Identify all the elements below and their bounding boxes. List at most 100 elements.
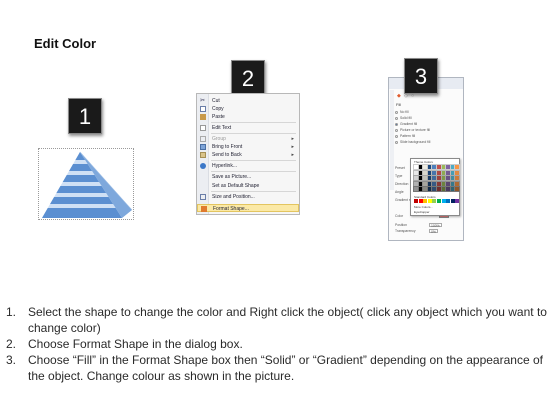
menu-item-save-as-picture[interactable]: Save as Picture...	[197, 173, 299, 181]
color-swatch[interactable]	[445, 169, 452, 176]
color-swatch[interactable]	[422, 180, 429, 187]
menu-item-cut[interactable]: ✂ Cut	[197, 97, 299, 105]
pyramid-graphic	[42, 151, 132, 218]
standard-color-swatch[interactable]	[414, 199, 418, 203]
color-swatch[interactable]	[426, 169, 433, 176]
standard-color-swatch[interactable]	[450, 199, 455, 203]
submenu-arrow-icon: ▸	[291, 144, 294, 150]
color-swatch[interactable]	[449, 180, 456, 187]
color-swatch[interactable]	[436, 175, 442, 182]
color-swatch[interactable]	[449, 175, 456, 182]
color-swatch[interactable]	[413, 186, 419, 193]
color-swatch[interactable]	[417, 186, 424, 193]
standard-color-swatch[interactable]	[418, 199, 423, 203]
slide-background-fill-option[interactable]: Slide background fill	[395, 140, 430, 144]
gradient-fill-option[interactable]: Gradient fill	[395, 122, 417, 126]
menu-item-format-shape[interactable]: Format Shape...	[197, 204, 299, 212]
standard-color-swatch[interactable]	[432, 199, 437, 203]
dialog-category-list	[390, 90, 394, 190]
color-swatch[interactable]	[440, 175, 447, 182]
standard-color-swatch[interactable]	[423, 199, 428, 203]
menu-item-paste[interactable]: Paste	[197, 113, 299, 121]
color-swatch[interactable]	[440, 180, 447, 187]
color-swatch[interactable]	[417, 169, 424, 176]
color-swatch[interactable]	[449, 164, 456, 170]
color-swatch[interactable]	[436, 186, 442, 193]
color-swatch[interactable]	[440, 169, 447, 176]
theme-colors-label: Theme Colors	[414, 160, 433, 164]
color-swatch[interactable]	[445, 186, 452, 193]
color-swatch[interactable]	[426, 186, 433, 193]
more-colors-option[interactable]: More Colors...	[414, 205, 433, 209]
color-swatch[interactable]	[431, 180, 438, 187]
pattern-fill-option[interactable]: Pattern fill	[395, 134, 415, 138]
color-swatch[interactable]	[440, 164, 447, 170]
color-swatch[interactable]	[413, 169, 419, 176]
color-swatch[interactable]	[426, 164, 433, 170]
solid-fill-option[interactable]: Solid fill	[395, 116, 412, 120]
color-swatch[interactable]	[417, 180, 424, 187]
color-swatch[interactable]	[426, 175, 433, 182]
send-to-back-icon	[200, 152, 206, 158]
standard-color-swatch[interactable]	[441, 199, 446, 203]
default-shape-icon	[200, 183, 206, 189]
standard-color-swatch[interactable]	[427, 199, 432, 203]
color-swatch[interactable]	[454, 175, 461, 182]
color-swatch[interactable]	[422, 186, 429, 193]
fill-section-header[interactable]: Fill	[396, 103, 401, 107]
page-title: Edit Color	[34, 36, 97, 51]
menu-item-hyperlink[interactable]: Hyperlink...	[197, 162, 299, 170]
color-swatch[interactable]	[431, 186, 438, 193]
color-swatch[interactable]	[436, 169, 442, 176]
color-swatch[interactable]	[431, 175, 438, 182]
instruction-step-1: 1. Select the shape to change the color a…	[6, 305, 547, 335]
color-swatch[interactable]	[445, 175, 452, 182]
color-swatch[interactable]	[449, 169, 456, 176]
menu-item-edit-text[interactable]: Edit Text	[197, 124, 299, 132]
color-swatch[interactable]	[417, 164, 424, 170]
transparency-input[interactable]: 0%	[429, 229, 438, 234]
menu-separator	[211, 171, 296, 172]
hyperlink-icon	[200, 163, 206, 169]
color-swatch[interactable]	[431, 164, 438, 170]
color-swatch[interactable]	[454, 164, 461, 170]
menu-item-copy[interactable]: Copy	[197, 105, 299, 113]
eyedropper-option[interactable]: Eyedropper	[414, 210, 430, 214]
color-swatch[interactable]	[422, 169, 429, 176]
color-swatch[interactable]	[422, 175, 429, 182]
menu-item-send-to-back[interactable]: Send to Back ▸	[197, 151, 299, 159]
color-swatch[interactable]	[454, 169, 461, 176]
color-swatch[interactable]	[454, 186, 461, 193]
color-swatch[interactable]	[454, 180, 461, 187]
color-swatch[interactable]	[436, 180, 442, 187]
color-swatch[interactable]	[449, 186, 456, 193]
color-swatch[interactable]	[445, 164, 452, 170]
color-swatch[interactable]	[440, 186, 447, 193]
menu-item-group[interactable]: Group ▸	[197, 135, 299, 143]
menu-item-set-default-shape[interactable]: Set as Default Shape	[197, 182, 299, 190]
preset-field-label: Preset	[395, 166, 405, 170]
scissors-icon: ✂	[200, 98, 206, 104]
standard-color-swatch[interactable]	[446, 199, 451, 203]
color-swatch[interactable]	[445, 180, 452, 187]
no-fill-option[interactable]: No fill	[395, 110, 408, 114]
color-swatch[interactable]	[417, 175, 424, 182]
color-swatch[interactable]	[426, 180, 433, 187]
standard-color-swatch[interactable]	[455, 199, 460, 203]
picture-fill-option[interactable]: Picture or texture fill	[395, 128, 430, 132]
color-swatch[interactable]	[413, 164, 419, 170]
standard-color-swatch[interactable]	[437, 199, 441, 203]
color-swatch[interactable]	[413, 180, 419, 187]
position-input[interactable]: 100%	[429, 223, 442, 228]
type-field-label: Type	[395, 174, 403, 178]
color-swatch[interactable]	[436, 164, 442, 170]
menu-item-size-and-position[interactable]: Size and Position...	[197, 193, 299, 201]
color-swatch[interactable]	[431, 169, 438, 176]
menu-separator	[211, 133, 296, 134]
menu-item-bring-to-front[interactable]: Bring to Front ▸	[197, 143, 299, 151]
radio-button	[395, 128, 398, 132]
color-swatch[interactable]	[413, 175, 419, 182]
position-field-label: Position	[395, 223, 408, 227]
color-swatch[interactable]	[422, 164, 429, 170]
pyramid-shape[interactable]	[34, 148, 134, 220]
